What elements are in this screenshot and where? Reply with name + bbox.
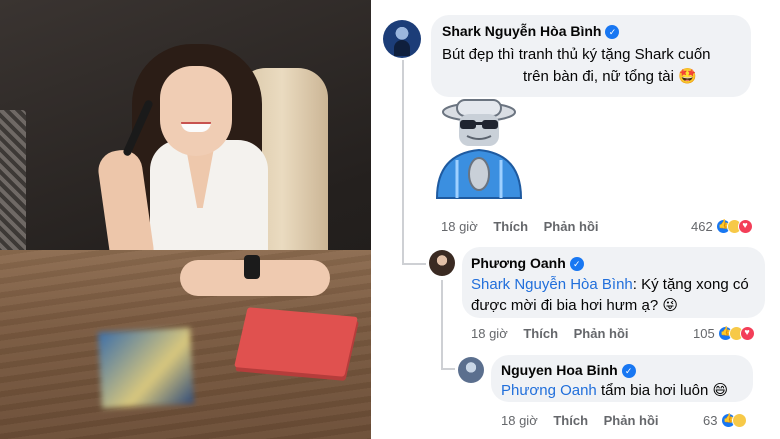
thread-line (441, 368, 455, 370)
like-button[interactable]: Thích (493, 219, 528, 234)
verified-badge-icon: ✓ (605, 25, 620, 39)
reply-button[interactable]: Phản hồi (544, 219, 599, 234)
haha-reaction-icon (732, 413, 748, 428)
verified-badge-icon: ✓ (621, 364, 636, 378)
reaction-summary[interactable]: 105 (693, 326, 756, 341)
reaction-count: 63 (703, 413, 718, 428)
comment-author[interactable]: Nguyen Hoa Binh ✓ (501, 362, 636, 378)
reply-button[interactable]: Phản hồi (604, 413, 659, 428)
photo-red-notebook (234, 307, 358, 377)
like-button[interactable]: Thích (553, 413, 588, 428)
comment-text: Phương Oanh tẩm bia hơi luôn 😄 (501, 380, 728, 402)
winking-tongue-emoji-icon: 😜 (662, 297, 678, 314)
like-button[interactable]: Thích (523, 326, 558, 341)
reaction-summary[interactable]: 63 (703, 413, 748, 428)
comment-text: được mời đi bia hơi hưm ạ? 😜 (471, 295, 678, 317)
comment-text: Bút đẹp thì tranh thủ ký tặng Shark cuốn (442, 44, 711, 66)
thread-line (441, 280, 443, 370)
comment-meta: 18 giờ Thích Phản hồi (501, 413, 659, 428)
comment-time[interactable]: 18 giờ (501, 413, 538, 428)
grinning-emoji-icon: 😄 (712, 382, 729, 399)
thread-line (402, 60, 404, 265)
love-reaction-icon (740, 326, 756, 341)
cowboy-sticker[interactable] (427, 98, 531, 211)
sticker-icon (435, 99, 523, 199)
thread-line (402, 263, 426, 265)
comment-author[interactable]: Phương Oanh ✓ (471, 255, 584, 271)
photo-woman-face (160, 66, 232, 156)
comment-text: trên bàn đi, nữ tổng tài 🤩 (523, 66, 697, 88)
comment-author[interactable]: Shark Nguyễn Hòa Bình ✓ (442, 23, 620, 39)
comment-text-line: tẩm bia hơi luôn (596, 382, 709, 399)
author-name[interactable]: Phương Oanh (471, 255, 566, 271)
author-name[interactable]: Shark Nguyễn Hòa Bình (442, 23, 601, 39)
author-name[interactable]: Nguyen Hoa Binh (501, 362, 618, 378)
avatar-shark[interactable] (383, 20, 421, 58)
reaction-count: 105 (693, 326, 715, 341)
avatar-phuong-oanh[interactable] (429, 250, 455, 276)
reaction-summary[interactable]: 462 (691, 219, 754, 234)
post-photo[interactable] (0, 0, 371, 439)
comment-text-line: được mời đi bia hơi hưm ạ? (471, 297, 659, 314)
comment-text-line: Bút đẹp thì tranh thủ ký tặng Shark cuốn (442, 46, 711, 63)
reaction-count: 462 (691, 219, 713, 234)
comment-text-line: trên bàn đi, nữ tổng tài (523, 68, 674, 85)
photo-blurred-book (98, 327, 194, 409)
photo-wristwatch (244, 255, 260, 279)
comment-meta: 18 giờ Thích Phản hồi (441, 219, 599, 234)
reply-button[interactable]: Phản hồi (574, 326, 629, 341)
comments-panel: Shark Nguyễn Hòa Bình ✓ Bút đẹp thì tranh… (371, 0, 780, 439)
comment-time[interactable]: 18 giờ (471, 326, 508, 341)
star-struck-emoji-icon: 🤩 (678, 68, 697, 85)
verified-badge-icon: ✓ (569, 257, 584, 271)
comment-time[interactable]: 18 giờ (441, 219, 478, 234)
comment-text-line: : Ký tặng xong có (632, 276, 749, 293)
comment-meta: 18 giờ Thích Phản hồi (471, 326, 629, 341)
comment-text: Shark Nguyễn Hòa Bình: Ký tặng xong có (471, 274, 749, 296)
mention-link[interactable]: Shark Nguyễn Hòa Bình (471, 276, 633, 293)
mention-link[interactable]: Phương Oanh (501, 382, 597, 399)
love-reaction-icon (738, 219, 754, 234)
avatar-nguyen-hoa-binh[interactable] (458, 357, 484, 383)
